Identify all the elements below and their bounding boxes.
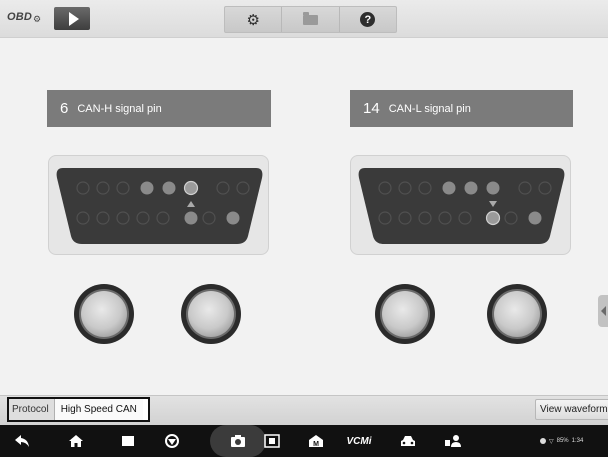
obd-connector-right [350,155,571,255]
car-icon [401,436,415,446]
clock: 1:34 [571,438,584,444]
play-icon [68,11,79,26]
battery-level: 85% [556,438,569,444]
active-pin [486,181,500,195]
selected-pin-14 [485,210,501,226]
m-button[interactable]: M [306,425,326,457]
logo-gear-icon: ⚙ [33,14,42,24]
active-pin [464,181,478,195]
pin-number-right: 14 [363,100,380,117]
selected-pin-6 [183,180,199,196]
screen-capture-icon [264,434,280,448]
vcmi-icon: VCMi [346,435,372,447]
active-pin [226,211,240,225]
notification-icon [540,438,546,444]
back-icon [15,435,29,447]
system-status: ▽ 85% 1:34 [540,425,583,457]
app-frame: OBD⚙ ⚙ ? 6 CAN-H signal pin 14 CAN-L sig… [0,0,608,457]
active-pin [528,211,542,225]
pin-name-right: CAN-L signal pin [388,102,471,115]
connector-diagram-left [56,168,263,244]
protocol-label: Protocol [9,399,55,420]
pin-name-left: CAN-H signal pin [77,102,162,115]
recent-apps-button[interactable] [118,425,138,457]
play-button[interactable] [54,7,90,30]
help-button[interactable]: ? [340,7,396,32]
knob-icon [74,284,134,344]
protocol-value: High Speed CAN [54,399,143,420]
pin-label-can-l: 14 CAN-L signal pin [350,90,573,127]
browser-button[interactable] [162,425,182,457]
gear-icon: ⚙ [246,11,260,29]
bottom-status-bar: Protocol High Speed CAN View waveform [0,395,608,425]
recent-apps-icon [122,436,134,446]
remote-button[interactable] [442,425,464,457]
folder-icon [302,11,318,25]
knob-icon [487,284,547,344]
camera-button[interactable] [228,425,248,457]
top-toolbar: OBD⚙ ⚙ ? [0,0,608,38]
tool-group: ⚙ ? [224,6,397,33]
m-label: M [313,441,319,448]
side-panel-tab[interactable] [598,295,608,327]
car-button[interactable] [398,425,418,457]
active-pin [184,211,198,225]
obd-connector-left [48,155,269,255]
channel-knob-4[interactable] [486,283,548,345]
back-button[interactable] [12,425,32,457]
home-button[interactable] [66,425,86,457]
folder-button[interactable] [282,7,340,32]
connector-body-left [56,168,263,244]
vcmi-button[interactable]: VCMi [344,425,374,457]
wifi-icon: ▽ [549,438,554,445]
camera-icon [231,435,245,447]
remote-icon [445,435,461,447]
system-nav-bar: M VCMi ▽ 85% 1:34 [0,425,608,457]
channel-knob-3[interactable] [374,283,436,345]
pin-number-left: 6 [60,100,69,117]
home-icon [69,435,83,447]
help-icon: ? [360,12,376,27]
view-waveform-button[interactable]: View waveform [535,399,608,420]
active-pin [140,181,154,195]
knob-icon [375,284,435,344]
settings-button[interactable]: ⚙ [225,7,283,32]
connector-diagram-right [358,168,565,244]
chevron-left-icon [601,306,606,316]
screen-capture-button[interactable] [262,425,282,457]
protocol-indicator: Protocol High Speed CAN [7,397,150,422]
knob-icon [181,284,241,344]
channel-knob-1[interactable] [73,283,135,345]
browser-icon [165,434,179,448]
pin-label-can-h: 6 CAN-H signal pin [47,90,271,127]
obd-logo-text: OBD [7,11,33,23]
active-pin [442,181,456,195]
connector-body-right [358,168,565,244]
m-icon: M [309,435,323,448]
active-pin [162,181,176,195]
obd-logo: OBD⚙ [7,11,41,25]
channel-knob-2[interactable] [180,283,242,345]
